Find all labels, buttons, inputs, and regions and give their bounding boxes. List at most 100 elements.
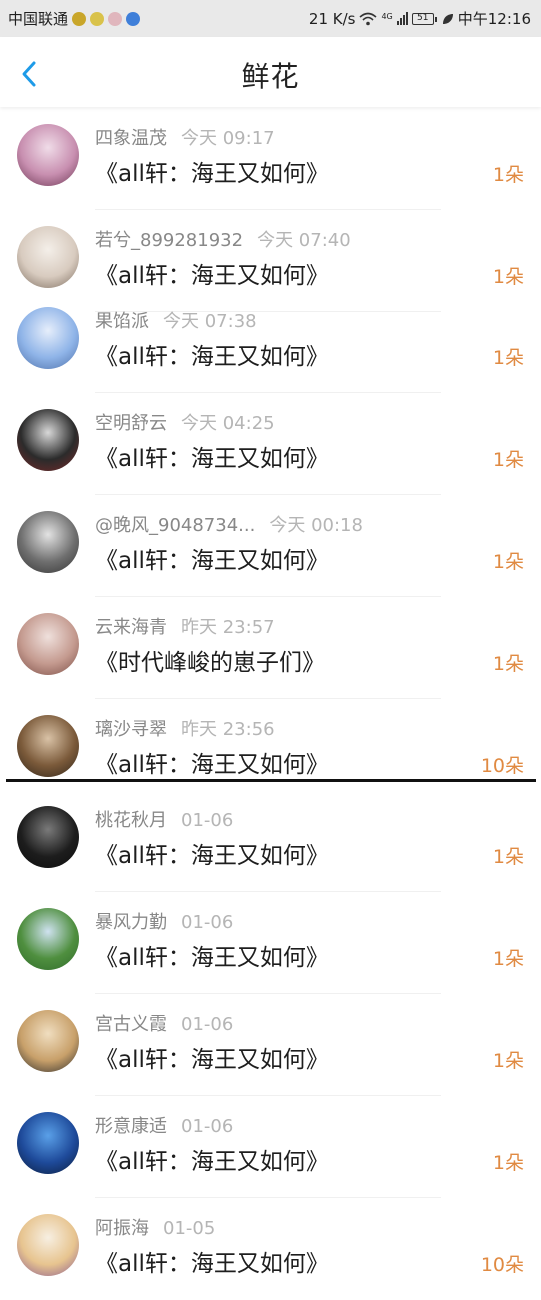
- flower-count: 1朵: [492, 1152, 524, 1174]
- user-name[interactable]: 暴风力勤: [95, 912, 167, 933]
- row-separator: [95, 698, 441, 699]
- flower-count: 1朵: [492, 653, 524, 675]
- row-separator: [95, 596, 441, 597]
- item-meta: 暴风力勤 01-06: [95, 908, 233, 934]
- user-name[interactable]: 云来海青: [95, 617, 167, 638]
- book-title[interactable]: 《all轩：海王又如何》: [95, 1142, 329, 1176]
- flower-count: 1朵: [492, 948, 524, 970]
- user-name[interactable]: 璃沙寻翠: [95, 719, 167, 740]
- book-title[interactable]: 《时代峰峻的崽子们》: [95, 643, 325, 677]
- item-meta: 璃沙寻翠 昨天 23:56: [95, 715, 275, 741]
- row-separator: [95, 1095, 441, 1096]
- flower-count: 10朵: [480, 755, 524, 777]
- item-meta: 桃花秋月 01-06: [95, 806, 233, 832]
- book-title[interactable]: 《all轩：海王又如何》: [95, 154, 329, 188]
- list-item[interactable]: 果馅派 今天 07:38 《all轩：海王又如何》 1朵: [0, 293, 541, 393]
- list-item[interactable]: 阿振海 01-05 《all轩：海王又如何》 10朵: [0, 1200, 541, 1300]
- network-speed: 21 K/s: [308, 9, 356, 28]
- gift-time: 01-06: [181, 810, 234, 831]
- status-right: 21 K/s 4G 51 中午12:16: [309, 8, 531, 29]
- flower-count: 1朵: [492, 846, 524, 868]
- leaf-icon: [442, 13, 453, 24]
- user-name[interactable]: 果馅派: [95, 311, 149, 332]
- gift-time: 今天 07:40: [257, 230, 351, 251]
- avatar[interactable]: [17, 806, 79, 868]
- gift-time: 今天 07:38: [163, 311, 257, 332]
- status-left: 中国联通: [8, 8, 141, 29]
- avatar[interactable]: [17, 307, 79, 369]
- user-name[interactable]: 四象温茂: [95, 128, 167, 149]
- list-item[interactable]: 空明舒云 今天 04:25 《all轩：海王又如何》 1朵: [0, 395, 541, 495]
- avatar[interactable]: [17, 908, 79, 970]
- list-item[interactable]: 四象温茂 今天 09:17 《all轩：海王又如何》 1朵: [0, 110, 541, 210]
- page-title: 鲜花: [241, 60, 300, 93]
- gift-time: 昨天 23:57: [181, 617, 275, 638]
- gift-time: 01-06: [181, 1116, 234, 1137]
- book-title[interactable]: 《all轩：海王又如何》: [95, 256, 329, 290]
- row-separator: [95, 993, 441, 994]
- item-meta: 果馅派 今天 07:38: [95, 307, 257, 333]
- gift-time: 01-06: [181, 1014, 234, 1035]
- app-notification-icon: [90, 11, 105, 26]
- status-bar: 中国联通 21 K/s 4G 51 中午12:16: [0, 0, 541, 37]
- flower-count: 1朵: [492, 266, 524, 288]
- section-divider: [6, 779, 536, 782]
- gift-time: 01-06: [181, 912, 234, 933]
- avatar[interactable]: [17, 1010, 79, 1072]
- book-title[interactable]: 《all轩：海王又如何》: [95, 541, 329, 575]
- avatar[interactable]: [17, 1112, 79, 1174]
- avatar[interactable]: [17, 1214, 79, 1276]
- user-name[interactable]: 桃花秋月: [95, 810, 167, 831]
- user-name[interactable]: 空明舒云: [95, 413, 167, 434]
- flower-count: 1朵: [492, 164, 524, 186]
- list-item[interactable]: @晚风_9048734... 今天 00:18 《all轩：海王又如何》 1朵: [0, 497, 541, 597]
- clock: 中午12:16: [457, 10, 531, 28]
- flower-count: 10朵: [480, 1254, 524, 1276]
- flower-count: 1朵: [492, 347, 524, 369]
- flower-count: 1朵: [492, 449, 524, 471]
- book-title[interactable]: 《all轩：海王又如何》: [95, 836, 329, 870]
- avatar[interactable]: [17, 613, 79, 675]
- row-separator: [95, 494, 441, 495]
- item-meta: 若兮_899281932 今天 07:40: [95, 226, 351, 252]
- flower-count: 1朵: [492, 1050, 524, 1072]
- list-item[interactable]: 璃沙寻翠 昨天 23:56 《all轩：海王又如何》 10朵: [0, 701, 541, 801]
- row-separator: [95, 209, 441, 210]
- book-title[interactable]: 《all轩：海王又如何》: [95, 439, 329, 473]
- list-item[interactable]: 宫古义霞 01-06 《all轩：海王又如何》 1朵: [0, 996, 541, 1096]
- gift-time: 今天 04:25: [181, 413, 275, 434]
- flower-count: 1朵: [492, 551, 524, 573]
- book-title[interactable]: 《all轩：海王又如何》: [95, 938, 329, 972]
- avatar[interactable]: [17, 124, 79, 186]
- book-title[interactable]: 《all轩：海王又如何》: [95, 1040, 329, 1074]
- book-title[interactable]: 《all轩：海王又如何》: [95, 745, 329, 779]
- gift-time: 昨天 23:56: [181, 719, 275, 740]
- avatar[interactable]: [17, 715, 79, 777]
- user-name[interactable]: 若兮_899281932: [95, 230, 243, 251]
- book-title[interactable]: 《all轩：海王又如何》: [95, 1244, 329, 1278]
- list-item[interactable]: 桃花秋月 01-06 《all轩：海王又如何》 1朵: [0, 792, 541, 892]
- user-name[interactable]: @晚风_9048734...: [95, 515, 255, 536]
- item-meta: 云来海青 昨天 23:57: [95, 613, 275, 639]
- avatar[interactable]: [17, 511, 79, 573]
- list-item[interactable]: 暴风力勤 01-06 《all轩：海王又如何》 1朵: [0, 894, 541, 994]
- carrier-label: 中国联通: [8, 10, 69, 28]
- app-notification-icon: [108, 11, 123, 26]
- avatar[interactable]: [17, 226, 79, 288]
- gift-time: 01-05: [163, 1218, 216, 1239]
- gift-time: 今天 00:18: [269, 515, 363, 536]
- list-item[interactable]: 云来海青 昨天 23:57 《时代峰峻的崽子们》 1朵: [0, 599, 541, 699]
- avatar[interactable]: [17, 409, 79, 471]
- user-name[interactable]: 宫古义霞: [95, 1014, 167, 1035]
- gift-time: 今天 09:17: [181, 128, 275, 149]
- item-meta: 四象温茂 今天 09:17: [95, 124, 275, 150]
- user-name[interactable]: 形意康适: [95, 1116, 167, 1137]
- network-type: 4G: [381, 12, 393, 21]
- row-separator: [95, 1197, 441, 1198]
- item-meta: 宫古义霞 01-06: [95, 1010, 233, 1036]
- list-item[interactable]: 形意康适 01-06 《all轩：海王又如何》 1朵: [0, 1098, 541, 1198]
- book-title[interactable]: 《all轩：海王又如何》: [95, 337, 329, 371]
- wifi-icon: [359, 12, 377, 25]
- user-name[interactable]: 阿振海: [95, 1218, 149, 1239]
- row-separator: [95, 392, 441, 393]
